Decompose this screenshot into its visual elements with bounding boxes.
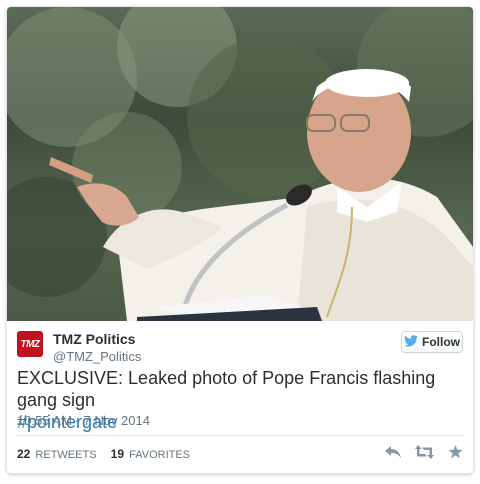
reply-icon[interactable] xyxy=(385,445,401,459)
favorites-label: FAVORITES xyxy=(129,449,191,461)
photo-illustration xyxy=(7,7,473,321)
retweets-stat[interactable]: 22 RETWEETS xyxy=(17,447,100,461)
follow-button[interactable]: Follow xyxy=(401,331,463,353)
author-handle[interactable]: @TMZ_Politics xyxy=(53,349,141,364)
divider xyxy=(17,435,463,436)
tweet-stats: 22 RETWEETS 19 FAVORITES xyxy=(17,447,190,461)
embedded-tweet-card: TMZ TMZ Politics @TMZ_Politics Follow EX… xyxy=(6,6,474,474)
favorites-stat[interactable]: 19 FAVORITES xyxy=(110,447,191,461)
favorites-count: 19 xyxy=(110,447,125,461)
tweet-actions xyxy=(385,445,463,459)
follow-label: Follow xyxy=(422,335,460,349)
tweet-photo[interactable] xyxy=(7,7,473,321)
author-avatar[interactable]: TMZ xyxy=(17,331,43,357)
retweets-count: 22 xyxy=(17,447,31,461)
tweet-timestamp[interactable]: 10:55 AM - 7 Nov 2014 xyxy=(17,413,150,428)
avatar-text: TMZ xyxy=(20,338,40,350)
author-name[interactable]: TMZ Politics xyxy=(53,331,135,347)
retweet-icon[interactable] xyxy=(415,445,434,459)
tweet-header: TMZ TMZ Politics @TMZ_Politics Follow xyxy=(7,321,473,371)
star-icon[interactable] xyxy=(448,445,463,459)
twitter-bird-icon xyxy=(404,334,422,350)
retweets-label: RETWEETS xyxy=(35,449,97,461)
tweet-body: EXCLUSIVE: Leaked photo of Pope Francis … xyxy=(17,368,436,410)
